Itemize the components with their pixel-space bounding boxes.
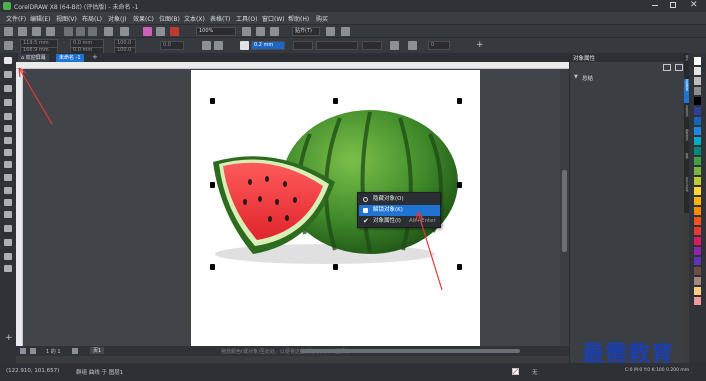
horizontal-scrollbar[interactable] <box>300 349 520 353</box>
selection-info: 群组 曲线 于 图层1 <box>76 370 124 376</box>
watermark-logo: 最需教育 <box>582 341 675 367</box>
palette-swatch[interactable] <box>694 137 701 145</box>
palette-swatch[interactable] <box>694 157 701 165</box>
palette-swatch[interactable] <box>694 97 701 105</box>
palette-swatch[interactable] <box>694 297 701 305</box>
palette-swatch[interactable] <box>694 227 701 235</box>
previous-page-icon[interactable] <box>30 348 36 354</box>
palette-swatch[interactable] <box>694 147 701 155</box>
docker-title: 对象属性 <box>573 56 596 62</box>
palette-swatch[interactable] <box>694 287 701 295</box>
palette-swatch[interactable] <box>694 237 701 245</box>
docker-expand-icon[interactable] <box>675 64 683 71</box>
palette-swatch[interactable] <box>694 177 701 185</box>
palette-swatch[interactable] <box>694 167 701 175</box>
palette-swatch[interactable] <box>694 247 701 255</box>
cursor-coordinates: (122.910, 101.657) <box>6 368 60 374</box>
palette-swatch[interactable] <box>694 57 701 65</box>
palette-swatch[interactable] <box>694 267 701 275</box>
collapse-triangle-icon[interactable]: ▼ <box>574 74 578 80</box>
object-properties-docker: 对象属性 ▼ 总结 <box>569 53 685 363</box>
palette-swatch[interactable] <box>694 207 701 215</box>
fill-info: 无 <box>532 370 538 376</box>
palette-swatch[interactable] <box>694 277 701 285</box>
first-page-icon[interactable] <box>20 348 26 354</box>
palette-swatch[interactable] <box>694 117 701 125</box>
page-tab[interactable]: 页1 <box>90 347 105 354</box>
palette-swatch[interactable] <box>694 77 701 85</box>
page-navigator: 1 的 1 页1 拖放颜色(或对象)至此处，以便将这些颜色与文档一起保存 <box>16 346 569 356</box>
palette-swatch[interactable] <box>694 127 701 135</box>
palette-swatch[interactable] <box>694 67 701 75</box>
palette-swatch[interactable] <box>694 107 701 115</box>
fill-swatch-icon <box>512 368 519 375</box>
palette-swatch[interactable] <box>694 257 701 265</box>
docker-menu-icon[interactable] <box>663 64 671 71</box>
next-page-icon[interactable] <box>72 348 78 354</box>
palette-swatch[interactable] <box>694 217 701 225</box>
color-palette <box>689 53 706 363</box>
page-count: 1 的 1 <box>46 349 61 355</box>
palette-swatch[interactable] <box>694 87 701 95</box>
summary-section[interactable]: 总结 <box>582 74 593 82</box>
palette-swatch[interactable] <box>694 187 701 195</box>
docker-header: 对象属性 <box>570 53 685 62</box>
outline-info: C:0 M:0 Y:0 K:100 0.200 mm <box>625 368 690 373</box>
palette-swatch[interactable] <box>694 197 701 205</box>
vertical-scroll-thumb[interactable] <box>562 170 567 252</box>
